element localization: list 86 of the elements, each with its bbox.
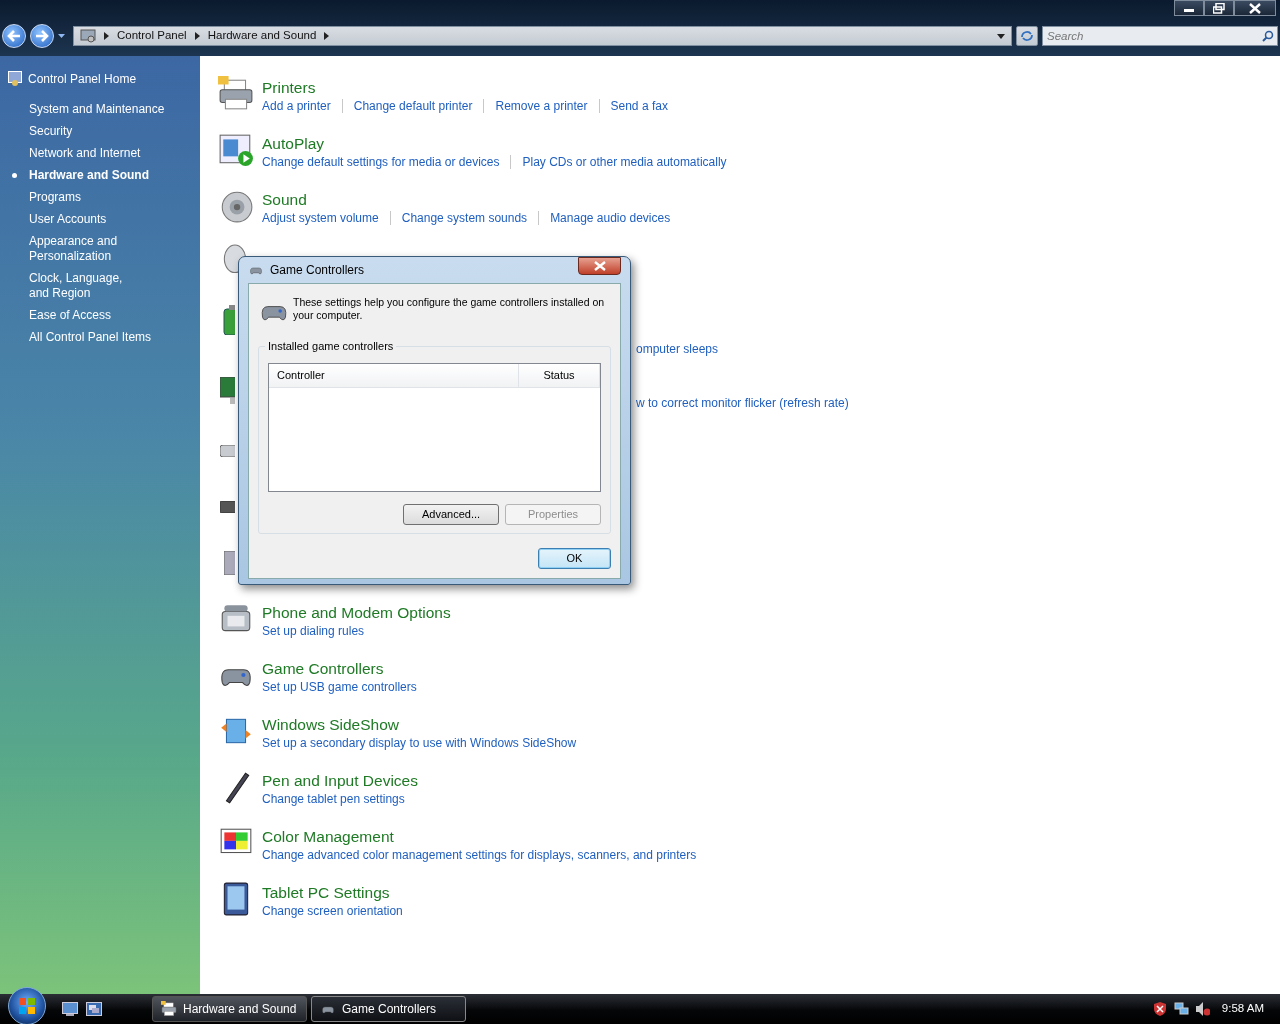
minimize-button[interactable] — [1174, 0, 1204, 16]
breadcrumb-arrow-icon[interactable] — [324, 32, 330, 40]
forward-arrow-icon — [35, 30, 49, 42]
column-header[interactable]: Status — [519, 364, 600, 387]
address-bar[interactable]: Control Panel Hardware and Sound — [73, 26, 1012, 46]
category-title[interactable]: Pen and Input Devices — [262, 771, 418, 791]
desktop-icon[interactable] — [62, 1002, 78, 1016]
shield-icon[interactable] — [1152, 1001, 1168, 1017]
refresh-button[interactable] — [1016, 26, 1038, 46]
maximize-button[interactable] — [1204, 0, 1234, 16]
refresh-icon — [1020, 30, 1034, 42]
breadcrumb-item[interactable]: Hardware and Sound — [207, 27, 317, 45]
sidebar-link[interactable]: Hardware and Sound — [0, 168, 200, 183]
battery-icon — [220, 305, 235, 335]
search-icon — [1262, 30, 1274, 42]
control-panel-icon — [80, 29, 96, 43]
sidebar-link[interactable]: Network and Internet — [0, 146, 200, 161]
sidebar-link[interactable]: Ease of Access — [0, 308, 200, 323]
category-title[interactable]: Color Management — [262, 827, 697, 847]
task-link[interactable]: w to correct monitor flicker (refresh rate) — [636, 395, 849, 411]
sidebar-link[interactable]: Security — [0, 124, 200, 139]
close-icon — [1249, 2, 1261, 14]
sidebar-link[interactable]: Appearance and Personalization — [0, 234, 130, 264]
breadcrumb-arrow-icon[interactable] — [194, 32, 200, 40]
task-link[interactable]: omputer sleeps — [636, 341, 719, 357]
printer-icon — [161, 1001, 177, 1017]
back-button[interactable] — [2, 24, 26, 48]
task-link[interactable]: Remove a printer — [495, 98, 588, 114]
task-link[interactable]: Play CDs or other media automatically — [522, 154, 727, 170]
controller-list[interactable]: Controller Status — [268, 363, 601, 492]
task-link[interactable]: Change tablet pen settings — [262, 791, 405, 807]
search-field[interactable]: Search — [1042, 26, 1278, 46]
task-link[interactable]: Change screen orientation — [262, 903, 403, 919]
control-panel-icon — [8, 71, 22, 87]
dialog-title: Game Controllers — [270, 262, 365, 279]
taskbar-button[interactable]: Game Controllers — [311, 996, 466, 1022]
sidebar-link[interactable]: User Accounts — [0, 212, 200, 227]
category-title[interactable]: AutoPlay — [262, 134, 727, 154]
category-title[interactable]: Tablet PC Settings — [262, 883, 403, 903]
close-button[interactable] — [578, 257, 621, 275]
clock-text[interactable]: 9:58 AM — [1221, 1000, 1264, 1018]
dialog-button[interactable]: Advanced... — [403, 504, 499, 525]
sidebar-link[interactable]: Clock, Language, and Region — [0, 271, 130, 301]
ok-button[interactable]: OK — [538, 548, 611, 569]
category-title[interactable]: Sound — [262, 190, 671, 210]
task-link[interactable]: Change system sounds — [401, 210, 528, 226]
category-title[interactable]: Phone and Modem Options — [262, 603, 451, 623]
task-link[interactable]: Send a fax — [610, 98, 668, 114]
breadcrumb-arrow-icon[interactable] — [104, 32, 109, 40]
back-arrow-icon — [7, 30, 21, 42]
category-title[interactable]: Windows SideShow — [262, 715, 577, 735]
dropdown-caret-icon[interactable] — [58, 34, 65, 38]
task-link[interactable]: Add a printer — [262, 98, 331, 114]
sidebar-link[interactable]: System and Maintenance — [0, 102, 200, 117]
category-title[interactable]: Game Controllers — [262, 659, 417, 679]
windows-logo — [18, 997, 36, 1015]
column-header[interactable]: Controller — [269, 364, 519, 387]
task-link[interactable]: Change advanced color management settings for displays, scanners, and printers — [262, 847, 697, 863]
task-label: Hardware and Sound — [183, 1001, 297, 1018]
speaker-muted-icon[interactable] — [1194, 1001, 1210, 1017]
close-icon — [593, 261, 606, 271]
sidebar-home-link[interactable]: Control Panel Home — [28, 70, 137, 88]
restore-icon — [1213, 2, 1225, 14]
start-button[interactable] — [8, 987, 46, 1024]
task-label: Game Controllers — [342, 1001, 437, 1018]
group-label: Installed game controllers — [265, 339, 397, 353]
task-link[interactable]: Set up USB game controllers — [262, 679, 417, 695]
network-icon[interactable] — [1173, 1001, 1189, 1017]
task-link[interactable]: Set up dialing rules — [262, 623, 365, 639]
media-window-icon — [218, 132, 254, 168]
task-link[interactable]: Manage audio devices — [550, 210, 671, 226]
printer-icon — [218, 76, 254, 112]
window-switch-icon[interactable] — [86, 1002, 102, 1016]
forward-button[interactable] — [30, 24, 54, 48]
dropdown-caret-icon[interactable] — [997, 33, 1005, 39]
taskbar-button[interactable]: Hardware and Sound — [152, 996, 307, 1022]
task-link[interactable]: Set up a secondary display to use with Windows SideShow — [262, 735, 577, 751]
task-link[interactable]: Adjust system volume — [262, 210, 379, 226]
category-title[interactable]: Printers — [262, 78, 668, 98]
sidebar-link[interactable]: All Control Panel Items — [0, 330, 200, 345]
task-link[interactable]: Change default settings for media or devices — [262, 154, 500, 170]
description-text: These settings help you configure the game controllers installed on your computer. — [293, 296, 606, 323]
close-button[interactable] — [1234, 0, 1276, 16]
task-link[interactable]: Change default printer — [353, 98, 473, 114]
breadcrumb-item[interactable]: Control Panel — [117, 27, 187, 45]
sidebar-link[interactable]: Programs — [0, 190, 200, 205]
